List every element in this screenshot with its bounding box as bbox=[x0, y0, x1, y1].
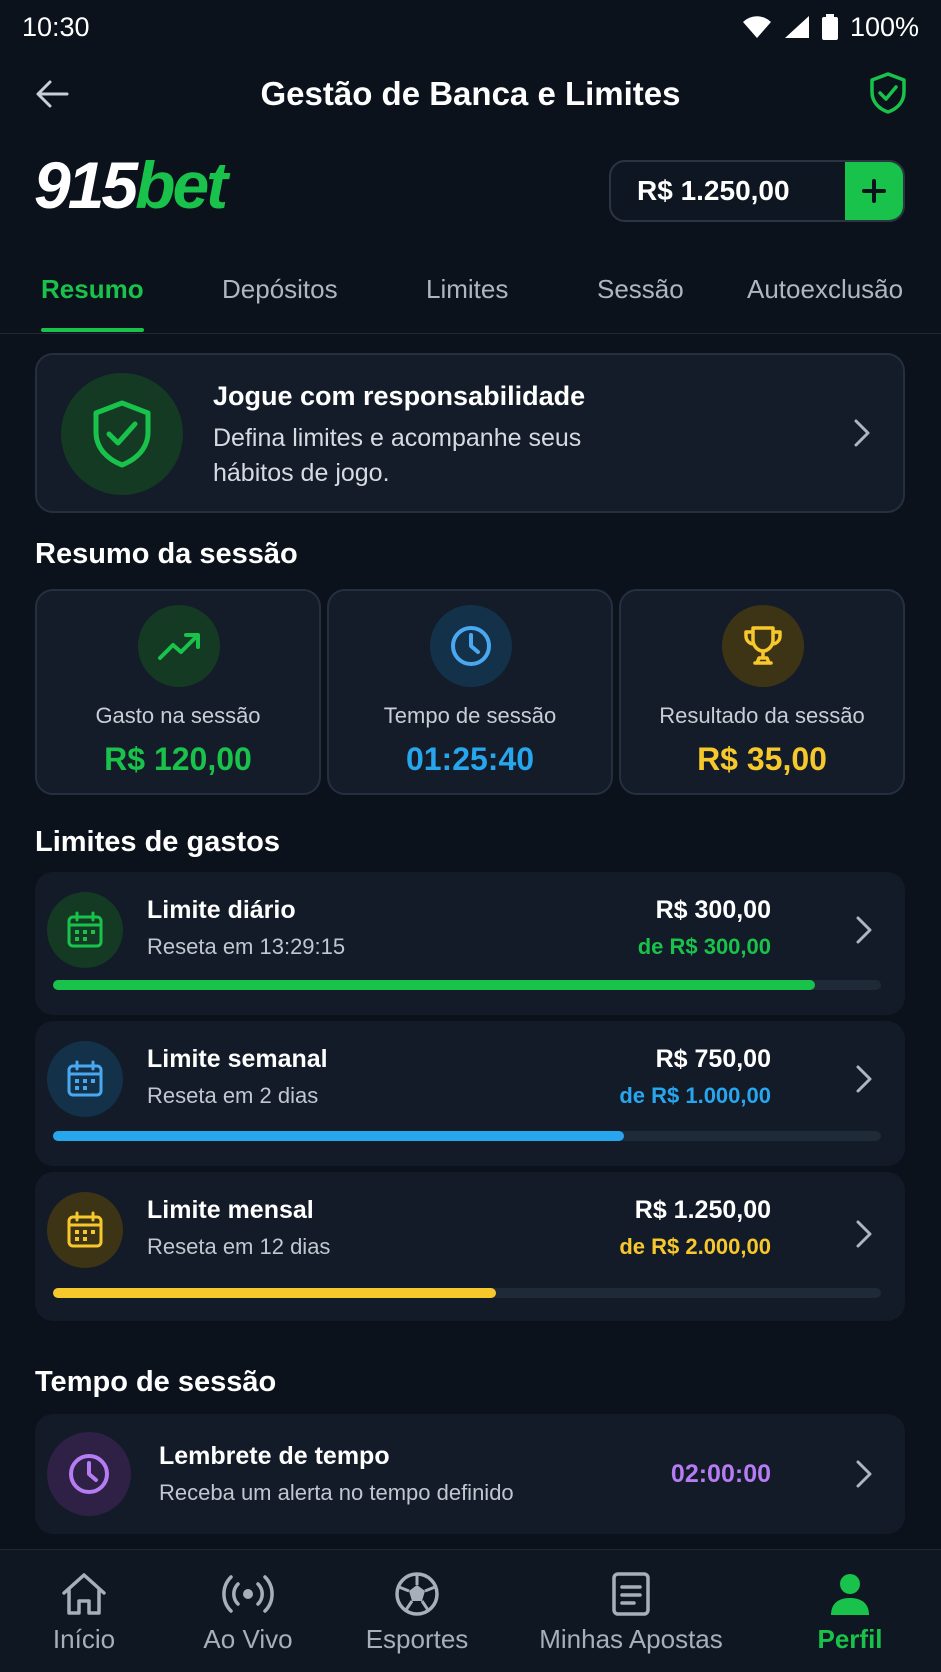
calendar-icon bbox=[67, 911, 103, 948]
limit-progress-fill bbox=[53, 1131, 625, 1141]
chevron-right-icon bbox=[849, 910, 879, 950]
security-button[interactable] bbox=[865, 70, 911, 116]
reminder-value: 02:00:00 bbox=[670, 1460, 771, 1488]
nav-perfil[interactable]: Perfil bbox=[800, 1550, 900, 1672]
chevron-right-icon bbox=[849, 1214, 879, 1254]
limit-progress-fill bbox=[53, 1288, 496, 1298]
page-title: Gestão de Banca e Limites bbox=[260, 75, 681, 112]
tab-limites[interactable]: Limites bbox=[426, 274, 508, 332]
battery-icon bbox=[821, 14, 838, 40]
limit-total: de R$ 2.000,00 bbox=[619, 1234, 771, 1259]
limit-card-weekly[interactable]: Limite semanal Reseta em 2 dias R$ 750,0… bbox=[35, 1021, 905, 1166]
stat-card-result: Resultado da sessão R$ 35,00 bbox=[619, 589, 905, 795]
clock-icon bbox=[451, 626, 491, 666]
limit-total: de R$ 1.000,00 bbox=[619, 1083, 771, 1108]
trophy-icon bbox=[744, 626, 782, 665]
limit-progress-bar bbox=[53, 980, 881, 990]
bottom-navigation: Início Ao Vivo Esportes Minhas Apostas P… bbox=[0, 1549, 941, 1672]
tab-resumo[interactable]: Resumo bbox=[41, 274, 144, 332]
limit-title: Limite mensal bbox=[147, 1196, 314, 1224]
nav-ao-vivo[interactable]: Ao Vivo bbox=[188, 1550, 308, 1672]
nav-minhas-apostas[interactable]: Minhas Apostas bbox=[536, 1550, 726, 1672]
reminder-title: Lembrete de tempo bbox=[159, 1442, 390, 1470]
tab-sessao[interactable]: Sessão bbox=[597, 274, 684, 332]
shield-check-icon bbox=[870, 72, 906, 114]
shield-check-icon bbox=[93, 400, 151, 468]
stat-label: Resultado da sessão bbox=[659, 703, 865, 728]
wifi-icon bbox=[742, 16, 771, 38]
add-funds-button[interactable] bbox=[845, 162, 903, 220]
time-reminder-card[interactable]: Lembrete de tempo Receba um alerta no te… bbox=[35, 1414, 905, 1534]
stat-label: Gasto na sessão bbox=[95, 703, 261, 728]
limit-card-daily[interactable]: Limite diário Reseta em 13:29:15 R$ 300,… bbox=[35, 872, 905, 1015]
tab-depositos[interactable]: Depósitos bbox=[222, 274, 338, 332]
limit-progress-fill bbox=[53, 980, 815, 990]
plus-icon bbox=[862, 179, 886, 203]
battery-level: 100% bbox=[849, 11, 919, 42]
spending-limits-title: Limites de gastos bbox=[35, 826, 280, 858]
clock-icon bbox=[69, 1454, 109, 1494]
stat-value: R$ 120,00 bbox=[104, 741, 252, 777]
limit-progress-bar bbox=[53, 1288, 881, 1298]
arrow-left-icon bbox=[36, 80, 69, 108]
chevron-right-icon bbox=[847, 413, 877, 453]
stat-card-time: Tempo de sessão 01:25:40 bbox=[327, 589, 613, 795]
tab-bar: Resumo Depósitos Limites Sessão Autoexcl… bbox=[0, 262, 941, 334]
limit-amount: R$ 750,00 bbox=[655, 1045, 771, 1073]
chevron-right-icon bbox=[849, 1454, 879, 1494]
user-icon bbox=[831, 1574, 869, 1615]
nav-esportes[interactable]: Esportes bbox=[356, 1550, 478, 1672]
limit-title: Limite diário bbox=[147, 896, 296, 924]
back-button[interactable] bbox=[30, 72, 74, 116]
live-broadcast-icon bbox=[222, 1575, 274, 1613]
nav-inicio[interactable]: Início bbox=[32, 1550, 136, 1672]
limit-reset: Reseta em 12 dias bbox=[147, 1234, 331, 1259]
trending-up-icon bbox=[158, 633, 200, 660]
brand-row: 915bet R$ 1.250,00 bbox=[0, 148, 941, 222]
limit-amount: R$ 1.250,00 bbox=[634, 1196, 771, 1224]
app-header: Gestão de Banca e Limites bbox=[0, 58, 941, 130]
stat-value: 01:25:40 bbox=[405, 741, 535, 777]
limit-reset: Reseta em 13:29:15 bbox=[147, 934, 346, 959]
ticket-icon bbox=[612, 1572, 650, 1616]
session-time-title: Tempo de sessão bbox=[35, 1366, 277, 1398]
session-summary-title: Resumo da sessão bbox=[35, 538, 298, 570]
responsible-title: Jogue com responsabilidade bbox=[213, 381, 586, 411]
home-icon bbox=[62, 1573, 106, 1615]
limit-card-monthly[interactable]: Limite mensal Reseta em 12 dias R$ 1.250… bbox=[35, 1172, 905, 1321]
limit-title: Limite semanal bbox=[147, 1045, 328, 1073]
signal-icon bbox=[784, 16, 809, 38]
stat-value: R$ 35,00 bbox=[697, 741, 827, 777]
responsible-description: Defina limites e acompanhe seus hábitos … bbox=[213, 424, 582, 487]
limit-reset: Reseta em 2 dias bbox=[147, 1083, 319, 1108]
limit-progress-bar bbox=[53, 1131, 881, 1141]
limit-total: de R$ 300,00 bbox=[637, 934, 771, 959]
calendar-icon bbox=[67, 1211, 103, 1248]
reminder-description: Receba um alerta no tempo definido bbox=[159, 1480, 514, 1505]
calendar-icon bbox=[67, 1060, 103, 1097]
chevron-right-icon bbox=[849, 1059, 879, 1099]
balance-pill[interactable]: R$ 1.250,00 bbox=[609, 160, 905, 222]
tab-autoexclusao[interactable]: Autoexclusão bbox=[747, 274, 903, 332]
stat-label: Tempo de sessão bbox=[383, 703, 557, 728]
status-bar: 10:30 100% bbox=[0, 0, 941, 54]
limit-amount: R$ 300,00 bbox=[655, 896, 771, 924]
balance-value: R$ 1.250,00 bbox=[637, 175, 790, 206]
status-time: 10:30 bbox=[22, 11, 90, 42]
brand-logo: 915bet bbox=[34, 148, 228, 222]
responsible-gaming-card[interactable]: Jogue com responsabilidade Defina limite… bbox=[35, 353, 905, 513]
stat-card-spent: Gasto na sessão R$ 120,00 bbox=[35, 589, 321, 795]
soccer-ball-icon bbox=[395, 1572, 439, 1616]
